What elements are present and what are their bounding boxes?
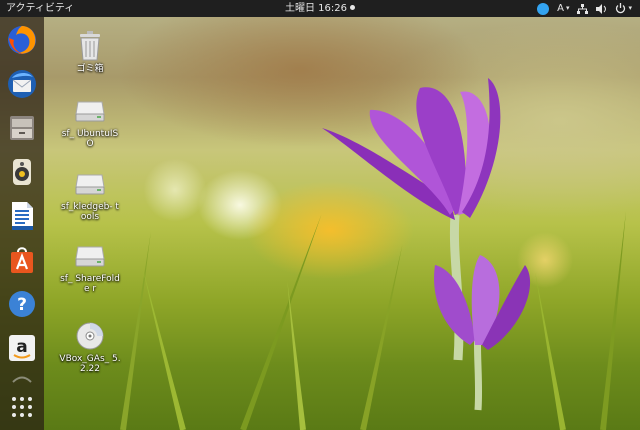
- help-glyph: ?: [17, 295, 27, 315]
- drive-icon: [74, 240, 106, 272]
- disc-icon: [74, 320, 106, 352]
- files-icon: [10, 116, 34, 140]
- desktop-icon-trash[interactable]: ゴミ箱: [55, 30, 125, 74]
- thunderbird-icon: [8, 70, 36, 98]
- notification-dot-icon: [350, 5, 355, 10]
- volume-icon: [596, 3, 607, 14]
- dock-item-rhythmbox[interactable]: [4, 154, 40, 190]
- drive-icon: [74, 168, 106, 200]
- clock-button[interactable]: 土曜日 16:26: [285, 0, 355, 17]
- dock: ? a: [0, 17, 44, 430]
- network-icon: [577, 3, 589, 14]
- desktop-icon-sf-sharefolder[interactable]: sf_ ShareFolde r: [55, 240, 125, 294]
- skype-tray-button[interactable]: [537, 2, 550, 15]
- dock-item-libreoffice-writer[interactable]: [4, 198, 40, 234]
- desktop-icon-label: sf_ ShareFolde r: [60, 274, 120, 294]
- skype-icon: [537, 2, 550, 15]
- help-icon: ?: [9, 291, 35, 317]
- desktop-icon-label: sf_kledgeb- tools: [61, 202, 119, 222]
- desktop-icon-label: sf_ UbuntuISO: [61, 129, 119, 149]
- power-menu-button[interactable]: ▾: [615, 0, 632, 17]
- dock-item-show-applications[interactable]: [4, 389, 40, 425]
- dock-item-help[interactable]: ?: [4, 286, 40, 322]
- desktop-icon-vbox-gas[interactable]: VBox_GAs_ 5.2.22: [55, 320, 125, 374]
- dock-item-thunderbird[interactable]: [4, 66, 40, 102]
- dock-item-amazon[interactable]: a: [4, 330, 40, 366]
- clock-text: 土曜日 16:26: [285, 3, 347, 14]
- volume-button[interactable]: [596, 3, 607, 14]
- desktop-icon-sf-kledgeb-tools[interactable]: sf_kledgeb- tools: [55, 168, 125, 222]
- input-method-label: A: [557, 3, 564, 14]
- app-grid-icon: [12, 397, 32, 417]
- dock-overflow-arc-icon: [12, 376, 32, 383]
- input-method-button[interactable]: A ▾: [557, 0, 569, 17]
- dock-item-firefox[interactable]: [4, 22, 40, 58]
- system-tray: A ▾ ▾: [537, 0, 640, 17]
- power-icon: [616, 3, 626, 14]
- desktop-icon-sf-ubuntuiso[interactable]: sf_ UbuntuISO: [55, 95, 125, 149]
- trash-icon: [74, 30, 106, 62]
- software-center-icon: [11, 247, 33, 273]
- dock-item-ubuntu-software[interactable]: [4, 242, 40, 278]
- dock-item-files[interactable]: [4, 110, 40, 146]
- network-button[interactable]: [577, 3, 589, 14]
- top-bar: アクティビティ 土曜日 16:26 A ▾ ▾: [0, 0, 640, 17]
- rhythmbox-icon: [13, 159, 31, 185]
- desktop-icon-label: VBox_GAs_ 5.2.22: [59, 354, 121, 374]
- activities-button[interactable]: アクティビティ: [6, 0, 74, 17]
- amazon-icon: a: [9, 335, 35, 361]
- amazon-glyph: a: [16, 337, 27, 357]
- firefox-icon: [8, 26, 36, 54]
- desktop-icon-label: ゴミ箱: [76, 64, 104, 74]
- chevron-down-icon: ▾: [628, 4, 632, 12]
- chevron-down-icon: ▾: [565, 4, 570, 12]
- drive-icon: [74, 95, 106, 127]
- writer-icon: [12, 202, 33, 230]
